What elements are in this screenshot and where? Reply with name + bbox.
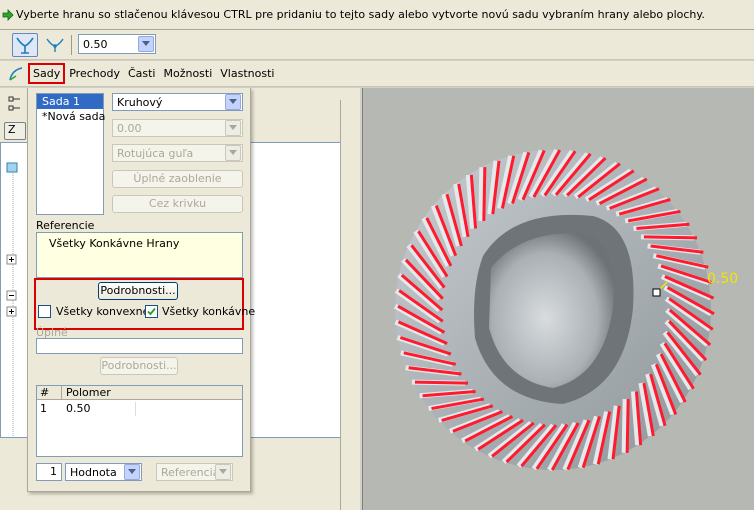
toolbar-separator bbox=[71, 35, 72, 55]
tab-pieces[interactable]: Časti bbox=[124, 67, 160, 80]
value-mode-text: Hodnota bbox=[70, 465, 117, 479]
gear-tooth bbox=[478, 167, 485, 221]
all-concave-checkbox[interactable] bbox=[145, 305, 158, 318]
chevron-down-icon[interactable] bbox=[225, 94, 241, 110]
chevron-down-icon[interactable] bbox=[138, 36, 154, 52]
tab-properties[interactable]: Vlastnosti bbox=[216, 67, 278, 80]
all-convex-checkbox[interactable] bbox=[38, 305, 51, 318]
details-button-disabled: Podrobnosti... bbox=[100, 357, 178, 375]
sets-panel: Sada 1 *Nová sada Kruhový 0.00 Rotujúca … bbox=[27, 88, 255, 492]
concave-edge[interactable] bbox=[482, 167, 487, 221]
all-concave-label: Všetky konkávne bbox=[162, 305, 256, 318]
dimension-label[interactable]: 0.50 bbox=[707, 271, 738, 287]
chevron-down-icon bbox=[225, 120, 241, 136]
tree-settings-icon[interactable] bbox=[8, 96, 22, 115]
shape-type-combo[interactable]: Kruhový bbox=[112, 93, 243, 111]
message-bar: Vyberte hranu so stlačenou klávesou CTRL… bbox=[0, 0, 754, 30]
references-label: Referencie bbox=[36, 219, 95, 232]
dashboard-toolbar: 0.50 bbox=[0, 30, 754, 60]
tree-filter-button[interactable]: Z bbox=[4, 122, 26, 140]
radius-value: 0.50 bbox=[83, 37, 108, 51]
all-convex-label: Všetky konvexné bbox=[56, 305, 150, 318]
radius-combo[interactable]: 0.50 bbox=[78, 34, 156, 54]
set-mode-icon bbox=[16, 37, 34, 54]
radius-table[interactable]: # Polomer 1 0.50 bbox=[36, 385, 243, 457]
reference-mode-text: Referencia bbox=[161, 465, 215, 479]
chevron-down-icon bbox=[225, 145, 241, 161]
tree-splitter[interactable] bbox=[340, 100, 358, 510]
check-icon bbox=[147, 307, 156, 316]
column-header-radius: Polomer bbox=[66, 386, 111, 399]
value-mode-combo[interactable]: Hodnota bbox=[65, 463, 142, 481]
sets-list[interactable]: Sada 1 *Nová sada bbox=[36, 93, 105, 215]
row-number: 1 bbox=[40, 402, 47, 415]
new-set-item[interactable]: *Nová sada bbox=[37, 109, 105, 124]
concave-edge[interactable] bbox=[414, 380, 469, 385]
set-index-spinner[interactable]: 1 bbox=[36, 463, 62, 481]
radius-table-header: # Polomer bbox=[37, 386, 242, 400]
row-radius[interactable]: 0.50 bbox=[66, 402, 136, 416]
column-header-number: # bbox=[40, 386, 50, 399]
round-tool-icon bbox=[9, 66, 23, 81]
tab-sets[interactable]: Sady bbox=[28, 63, 66, 84]
set-mode-button[interactable] bbox=[12, 33, 38, 57]
concave-edge[interactable] bbox=[643, 235, 698, 240]
gear-model[interactable]: 0.50 bbox=[363, 88, 754, 510]
shape-type-value: Kruhový bbox=[117, 95, 163, 109]
references-box[interactable]: Všetky Konkávne Hrany bbox=[36, 232, 243, 278]
tab-row: Sady Prechody Časti Možnosti Vlastnosti bbox=[0, 61, 754, 87]
full-round-button: Úplné zaoblenie bbox=[112, 170, 243, 188]
reference-item: Všetky Konkávne Hrany bbox=[49, 237, 180, 250]
arrow-right-icon bbox=[2, 8, 14, 21]
method-combo: Rotujúca guľa bbox=[112, 144, 243, 162]
method-text: Rotujúca guľa bbox=[117, 146, 194, 160]
through-curve-button: Cez krivku bbox=[112, 195, 243, 213]
concave-edge[interactable] bbox=[625, 399, 630, 453]
transition-mode-icon bbox=[46, 38, 64, 52]
full-input[interactable] bbox=[36, 338, 243, 354]
tab-options[interactable]: Možnosti bbox=[159, 67, 216, 80]
value-combo: 0.00 bbox=[112, 119, 243, 137]
transition-mode-button[interactable] bbox=[42, 33, 68, 57]
chevron-down-icon bbox=[215, 464, 231, 480]
message-text: Vyberte hranu so stlačenou klávesou CTRL… bbox=[16, 8, 705, 21]
details-button[interactable]: Podrobnosti... bbox=[98, 282, 178, 300]
set-item[interactable]: Sada 1 bbox=[37, 94, 103, 109]
reference-mode-combo: Referencia bbox=[156, 463, 233, 481]
value-text: 0.00 bbox=[117, 121, 142, 135]
gear-tooth bbox=[621, 399, 628, 453]
graphics-viewport[interactable]: 0.50 bbox=[362, 88, 754, 510]
chevron-down-icon[interactable] bbox=[124, 464, 140, 480]
tab-transitions[interactable]: Prechody bbox=[65, 67, 124, 80]
